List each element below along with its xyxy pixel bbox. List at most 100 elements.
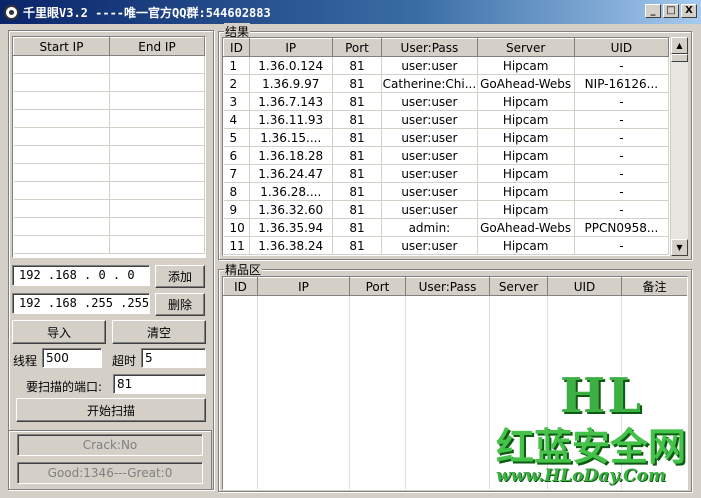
result-row[interactable]: 2 1.36.9.97 81 Catherine:Chi... GoAhead-Webs… [223, 74, 669, 93]
ip-range-cell [13, 163, 110, 182]
status-group: Crack:No Good:1346---Great:0 [8, 430, 212, 490]
ip-range-row[interactable] [13, 199, 205, 218]
minimize-button[interactable]: _ [645, 4, 661, 18]
result-row[interactable]: 7 1.36.24.47 81 user:user Hipcam - [223, 164, 669, 183]
result-row[interactable]: 5 1.36.15.... 81 user:user Hipcam - [223, 128, 669, 147]
clear-button[interactable]: 清空 [112, 320, 206, 344]
ip-range-row[interactable] [13, 73, 205, 92]
scroll-down-icon[interactable]: ▼ [671, 239, 688, 256]
result-cell: user:user [381, 182, 478, 201]
results-scrollbar[interactable]: ▲ ▼ [671, 37, 688, 256]
fine-col-6[interactable]: 备注 [621, 277, 687, 296]
result-cell: 81 [332, 164, 383, 183]
results-col-userpass[interactable]: User:Pass [381, 38, 478, 57]
ip-range-cell [109, 235, 205, 254]
fine-col-2[interactable]: Port [349, 277, 406, 296]
timeout-input[interactable]: 5 [141, 348, 206, 368]
result-row[interactable]: 9 1.36.32.60 81 user:user Hipcam - [223, 200, 669, 219]
result-cell: - [574, 56, 669, 75]
ip-range-row[interactable] [13, 109, 205, 128]
port-input[interactable]: 81 [113, 374, 206, 394]
result-cell: 1.36.18.28 [249, 146, 333, 165]
fine-cell [405, 295, 490, 489]
result-row[interactable]: 3 1.36.7.143 81 user:user Hipcam - [223, 92, 669, 111]
ip-range-row[interactable] [13, 55, 205, 74]
col-start-ip[interactable]: Start IP [13, 37, 110, 56]
result-cell: 81 [332, 236, 383, 255]
result-cell: 1.36.24.47 [249, 164, 333, 183]
result-cell: 1.36.0.124 [249, 56, 333, 75]
close-button[interactable]: X [681, 4, 697, 18]
result-cell: 10 [223, 218, 250, 237]
results-col-id[interactable]: ID [223, 38, 250, 57]
result-cell: Hipcam [477, 128, 575, 147]
results-col-ip[interactable]: IP [248, 38, 333, 57]
ip-range-cell [13, 145, 110, 164]
ip-range-row[interactable] [13, 217, 205, 236]
result-cell: 81 [332, 200, 383, 219]
ip-range-cell [109, 145, 205, 164]
title-bar: 千里眼V3.2 ----唯一官方QQ群:544602883 _ □ X [0, 0, 701, 24]
result-row[interactable]: 4 1.36.11.93 81 user:user Hipcam - [223, 110, 669, 129]
result-cell: - [574, 128, 669, 147]
ip-range-cell [109, 199, 205, 218]
ip-range-row[interactable] [13, 127, 205, 146]
result-row[interactable]: 6 1.36.18.28 81 user:user Hipcam - [223, 146, 669, 165]
results-col-uid[interactable]: UID [573, 38, 669, 57]
fine-col-4[interactable]: Server [489, 277, 548, 296]
result-row[interactable]: 10 1.36.35.94 81 admin: GoAhead-Webs PPCN0958… [223, 218, 669, 237]
result-cell: 1.36.9.97 [249, 74, 333, 93]
ip-range-row[interactable] [13, 181, 205, 200]
end-ip-input[interactable]: 192 .168 .255 .255 [12, 293, 150, 314]
col-end-ip[interactable]: End IP [109, 37, 205, 56]
fine-col-3[interactable]: User:Pass [405, 277, 490, 296]
result-cell: Hipcam [477, 56, 575, 75]
ip-range-cell [13, 55, 110, 74]
ip-range-cell [13, 127, 110, 146]
maximize-button[interactable]: □ [663, 4, 679, 18]
fine-col-0[interactable]: ID [223, 277, 258, 296]
ip-range-cell [13, 199, 110, 218]
start-ip-input[interactable]: 192 .168 . 0 . 0 [12, 265, 150, 286]
result-cell: GoAhead-Webs [477, 218, 575, 237]
eye-icon [4, 4, 19, 20]
ip-range-cell [109, 163, 205, 182]
ip-range-cell [109, 181, 205, 200]
import-button[interactable]: 导入 [12, 320, 106, 344]
results-col-port[interactable]: Port [331, 38, 383, 57]
result-row[interactable]: 1 1.36.0.124 81 user:user Hipcam - [223, 56, 669, 75]
add-button[interactable]: 添加 [155, 265, 205, 288]
start-scan-button[interactable]: 开始扫描 [16, 398, 206, 422]
result-cell: 8 [223, 182, 250, 201]
threads-input[interactable]: 500 [42, 348, 102, 368]
watermark-logo: HL 红蓝安全网 www.HLoDay.Com [496, 368, 696, 494]
scroll-thumb[interactable] [671, 54, 688, 62]
good-status: Good:1346---Great:0 [17, 462, 203, 484]
result-cell: 3 [223, 92, 250, 111]
result-cell: user:user [381, 200, 478, 219]
scroll-up-icon[interactable]: ▲ [671, 37, 688, 54]
result-cell: 1.36.28.... [249, 182, 333, 201]
result-cell: 81 [332, 182, 383, 201]
result-cell: NIP-16126... [574, 74, 669, 93]
fine-col-5[interactable]: UID [547, 277, 622, 296]
result-cell: admin: [381, 218, 478, 237]
result-cell: - [574, 146, 669, 165]
results-col-server[interactable]: Server [476, 38, 575, 57]
ip-range-row[interactable] [13, 163, 205, 182]
ip-range-row[interactable] [13, 91, 205, 110]
ip-range-list[interactable]: Start IP End IP [12, 36, 206, 258]
result-cell: - [574, 182, 669, 201]
ip-range-row[interactable] [13, 145, 205, 164]
result-cell: 81 [332, 110, 383, 129]
result-cell: 7 [223, 164, 250, 183]
result-cell: - [574, 236, 669, 255]
delete-button[interactable]: 删除 [155, 293, 205, 316]
fine-cell [349, 295, 406, 489]
result-cell: 81 [332, 146, 383, 165]
results-list[interactable]: ID IP Port User:Pass Server UID 1 1.36.0.124 81… [222, 37, 688, 256]
fine-col-1[interactable]: IP [257, 277, 350, 296]
result-row[interactable]: 11 1.36.38.24 81 user:user Hipcam - [223, 236, 669, 255]
ip-range-row[interactable] [13, 235, 205, 254]
result-row[interactable]: 8 1.36.28.... 81 user:user Hipcam - [223, 182, 669, 201]
